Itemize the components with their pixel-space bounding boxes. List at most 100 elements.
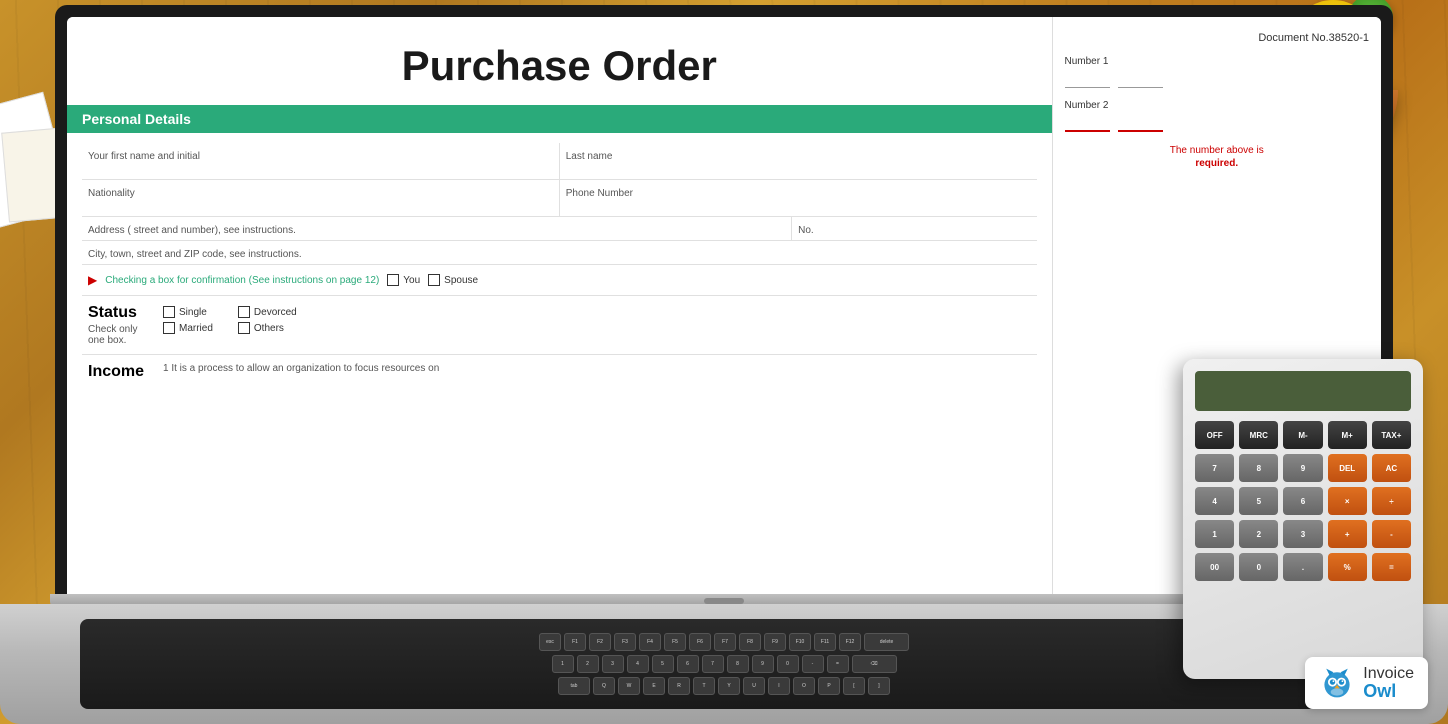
key-f9[interactable]: F9 — [764, 633, 786, 651]
key-r[interactable]: R — [668, 677, 690, 695]
key-u[interactable]: U — [743, 677, 765, 695]
nationality-cell[interactable]: Nationality — [82, 180, 560, 216]
key-f6[interactable]: F6 — [689, 633, 711, 651]
key-p[interactable]: P — [818, 677, 840, 695]
number2-box-left[interactable] — [1065, 114, 1110, 132]
married-checkbox[interactable] — [163, 322, 175, 334]
key-plus[interactable]: = — [827, 655, 849, 673]
calc-mplus[interactable]: M+ — [1328, 421, 1367, 449]
key-f7[interactable]: F7 — [714, 633, 736, 651]
married-label: Married — [179, 323, 213, 334]
others-checkbox[interactable] — [238, 322, 250, 334]
address-label: Address ( street and number), see instru… — [88, 225, 296, 236]
key-tab[interactable]: tab — [558, 677, 590, 695]
key-9[interactable]: 9 — [752, 655, 774, 673]
calc-4[interactable]: 4 — [1195, 487, 1234, 515]
brand-text: Invoice Owl — [1363, 666, 1414, 700]
devorced-checkbox[interactable] — [238, 306, 250, 318]
calc-00[interactable]: 00 — [1195, 553, 1234, 581]
key-minus[interactable]: - — [802, 655, 824, 673]
you-checkbox[interactable] — [387, 274, 399, 286]
key-f2[interactable]: F2 — [589, 633, 611, 651]
last-name-cell[interactable]: Last name — [560, 143, 1037, 179]
key-f5[interactable]: F5 — [664, 633, 686, 651]
calc-plus[interactable]: + — [1328, 520, 1367, 548]
key-7[interactable]: 7 — [702, 655, 724, 673]
key-bracket-open[interactable]: [ — [843, 677, 865, 695]
calc-tax[interactable]: TAX+ — [1372, 421, 1411, 449]
calc-2[interactable]: 2 — [1239, 520, 1278, 548]
key-2[interactable]: 2 — [577, 655, 599, 673]
spouse-checkbox[interactable] — [428, 274, 440, 286]
key-1[interactable]: 1 — [552, 655, 574, 673]
key-f4[interactable]: F4 — [639, 633, 661, 651]
calc-3[interactable]: 3 — [1283, 520, 1322, 548]
calc-equals[interactable]: = — [1372, 553, 1411, 581]
key-w[interactable]: W — [618, 677, 640, 695]
number1-field: Number 1 — [1065, 56, 1370, 88]
calc-off[interactable]: OFF — [1195, 421, 1234, 449]
key-i[interactable]: I — [768, 677, 790, 695]
form-area: Your first name and initial Last name Na… — [67, 133, 1052, 399]
number1-box-left[interactable] — [1065, 70, 1110, 88]
calc-9[interactable]: 9 — [1283, 454, 1322, 482]
no-cell[interactable]: No. — [792, 217, 1036, 240]
key-8[interactable]: 8 — [727, 655, 749, 673]
calc-percent[interactable]: % — [1328, 553, 1367, 581]
address-cell[interactable]: Address ( street and number), see instru… — [82, 217, 792, 240]
key-5[interactable]: 5 — [652, 655, 674, 673]
key-f11[interactable]: F11 — [814, 633, 836, 651]
income-text: 1 It is a process to allow an organizati… — [163, 363, 439, 374]
key-f8[interactable]: F8 — [739, 633, 761, 651]
key-6[interactable]: 6 — [677, 655, 699, 673]
key-0[interactable]: 0 — [777, 655, 799, 673]
status-label: Status — [88, 304, 148, 322]
single-checkbox[interactable] — [163, 306, 175, 318]
key-e[interactable]: E — [643, 677, 665, 695]
key-o[interactable]: O — [793, 677, 815, 695]
calc-dot[interactable]: . — [1283, 553, 1322, 581]
city-row[interactable]: City, town, street and ZIP code, see ins… — [82, 241, 1037, 265]
key-delete[interactable]: delete — [864, 633, 909, 651]
key-f10[interactable]: F10 — [789, 633, 811, 651]
calc-7[interactable]: 7 — [1195, 454, 1234, 482]
key-y[interactable]: Y — [718, 677, 740, 695]
single-label: Single — [179, 307, 207, 318]
city-label: City, town, street and ZIP code, see ins… — [88, 249, 302, 260]
key-f12[interactable]: F12 — [839, 633, 861, 651]
calc-6[interactable]: 6 — [1283, 487, 1322, 515]
status-options-left: Single Married — [163, 306, 213, 334]
first-name-cell[interactable]: Your first name and initial — [82, 143, 560, 179]
calc-0[interactable]: 0 — [1239, 553, 1278, 581]
calc-allclear[interactable]: AC — [1372, 454, 1411, 482]
calc-mminus[interactable]: M- — [1283, 421, 1322, 449]
calc-1[interactable]: 1 — [1195, 520, 1234, 548]
calc-8[interactable]: 8 — [1239, 454, 1278, 482]
calc-multiply[interactable]: × — [1328, 487, 1367, 515]
calc-divide[interactable]: ÷ — [1372, 487, 1411, 515]
number2-box-right[interactable] — [1118, 114, 1163, 132]
key-f1[interactable]: F1 — [564, 633, 586, 651]
key-t[interactable]: T — [693, 677, 715, 695]
calc-5[interactable]: 5 — [1239, 487, 1278, 515]
document-title: Purchase Order — [67, 17, 1052, 105]
income-row: Income 1 It is a process to allow an org… — [82, 355, 1037, 389]
key-backspace[interactable]: ⌫ — [852, 655, 897, 673]
you-checkbox-group: You — [387, 274, 420, 286]
nationality-row: Nationality Phone Number — [82, 180, 1037, 217]
key-bracket-close[interactable]: ] — [868, 677, 890, 695]
key-q[interactable]: Q — [593, 677, 615, 695]
calc-delete[interactable]: DEL — [1328, 454, 1367, 482]
number1-label: Number 1 — [1065, 56, 1370, 67]
nationality-label: Nationality — [88, 188, 553, 199]
key-3[interactable]: 3 — [602, 655, 624, 673]
number1-box-right[interactable] — [1118, 70, 1163, 88]
key-4[interactable]: 4 — [627, 655, 649, 673]
required-note: The number above is required. — [1065, 144, 1370, 170]
key-f3[interactable]: F3 — [614, 633, 636, 651]
single-option: Single — [163, 306, 213, 318]
calc-mrc[interactable]: MRC — [1239, 421, 1278, 449]
key-esc[interactable]: esc — [539, 633, 561, 651]
calc-minus[interactable]: - — [1372, 520, 1411, 548]
phone-cell[interactable]: Phone Number — [560, 180, 1037, 216]
